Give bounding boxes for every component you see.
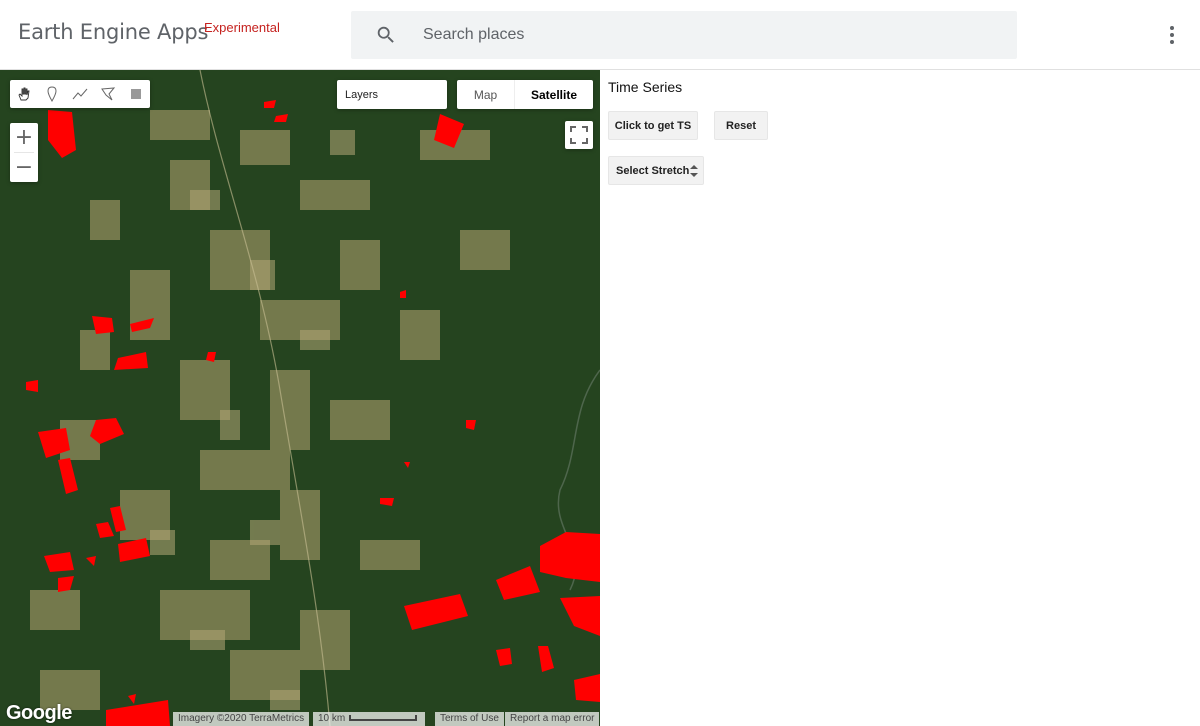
imagery-attribution: Imagery ©2020 TerraMetrics [173,712,310,726]
terms-link[interactable]: Terms of Use [435,712,504,726]
polygon-draw-icon[interactable] [94,80,122,108]
scale-line [349,715,418,722]
time-series-panel: Time Series Click to get TS Reset Select… [600,70,1200,726]
map-type-satellite-button[interactable]: Satellite [515,80,593,109]
line-draw-icon[interactable] [66,80,94,108]
map-type-control: Map Satellite [457,80,593,109]
fullscreen-icon [570,126,588,144]
fullscreen-button[interactable] [565,121,593,149]
pan-hand-icon[interactable] [10,80,38,108]
drawing-toolbar [10,80,150,108]
more-vert-icon[interactable] [1160,23,1184,47]
rectangle-draw-icon[interactable] [122,80,150,108]
layers-dropdown[interactable]: Layers [337,80,447,109]
google-logo: Google [6,702,72,724]
zoom-out-button[interactable]: − [10,153,38,182]
report-error-link[interactable]: Report a map error [505,712,600,726]
app-title: Earth Engine Apps [18,20,209,44]
app-header: Earth Engine Apps Experimental [0,0,1200,70]
select-stretch-label: Select Stretch [616,164,690,177]
select-arrows-icon [690,165,698,177]
panel-title: Time Series [608,79,683,95]
search-icon[interactable] [375,24,397,46]
map-view[interactable]: + − Layers Map Satellite Google Imagery … [0,70,600,726]
zoom-in-button[interactable]: + [10,123,38,152]
search-bar[interactable] [351,11,1017,59]
search-input[interactable] [423,11,993,59]
scale-bar[interactable]: 10 km [313,712,425,726]
map-type-map-button[interactable]: Map [457,80,515,109]
scale-label: 10 km [318,713,346,724]
experimental-badge: Experimental [204,20,280,35]
point-marker-icon[interactable] [38,80,66,108]
zoom-control: + − [10,123,38,182]
get-ts-button[interactable]: Click to get TS [608,111,698,140]
select-stretch-dropdown[interactable]: Select Stretch [608,156,704,185]
reset-button[interactable]: Reset [714,111,768,140]
satellite-imagery [0,70,600,726]
